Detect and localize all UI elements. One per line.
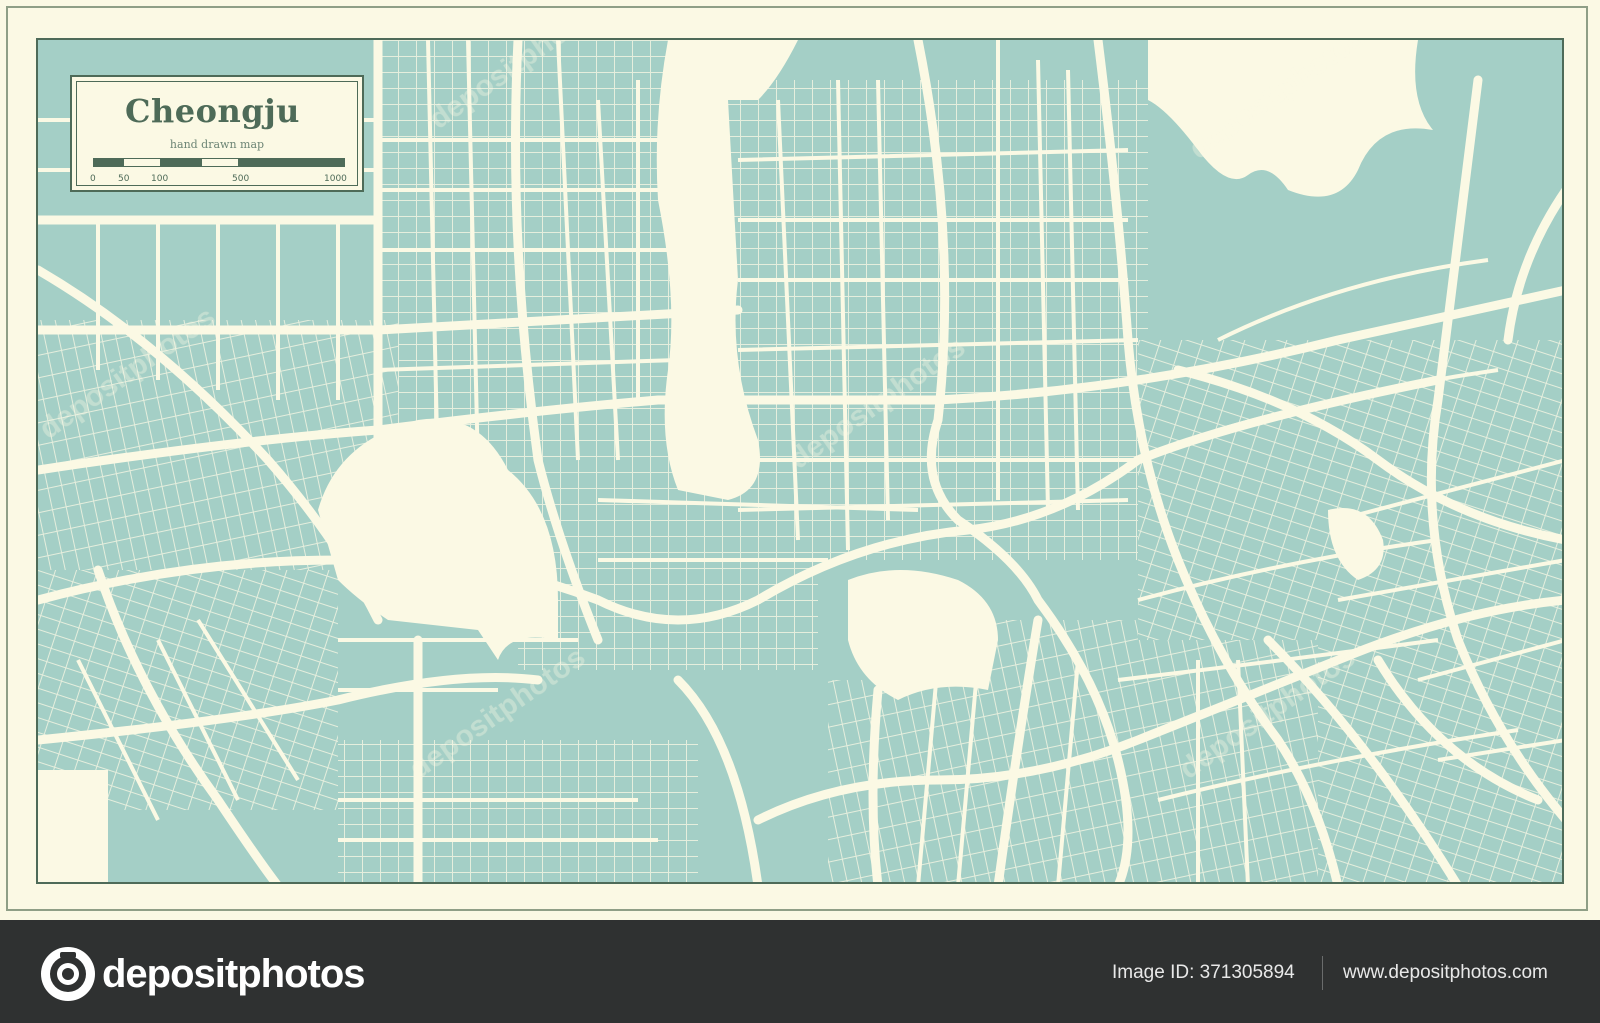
scale-bar bbox=[93, 158, 345, 167]
map-legend: Cheongju hand drawn map 0 50 100 500 100… bbox=[70, 75, 364, 192]
scale-label: 1000 bbox=[324, 174, 347, 184]
open-field bbox=[38, 770, 108, 882]
legend-inner-border: Cheongju hand drawn map 0 50 100 500 100… bbox=[76, 81, 358, 186]
scale-segment bbox=[124, 159, 160, 166]
site-url-link[interactable]: www.depositphotos.com bbox=[1343, 962, 1548, 984]
scale-label: 50 bbox=[118, 174, 130, 184]
scale-label: 500 bbox=[232, 174, 250, 184]
brand-name: depositphotos bbox=[102, 951, 366, 996]
image-id: Image ID: 371305894 bbox=[1112, 962, 1295, 983]
scale-label: 0 bbox=[90, 174, 96, 184]
scale-segment bbox=[238, 159, 344, 166]
brand-logo-link[interactable]: depositphotos bbox=[40, 946, 366, 1002]
map-poster: depositphotos depositphotos depositphoto… bbox=[0, 0, 1600, 920]
map-subtitle: hand drawn map bbox=[169, 138, 265, 151]
scale-segment bbox=[94, 159, 124, 166]
scale-segment bbox=[202, 159, 238, 166]
stock-footer: depositphotos Image ID: 371305894 www.de… bbox=[0, 920, 1600, 1023]
camera-icon bbox=[41, 947, 95, 1001]
scale-segment bbox=[160, 159, 202, 166]
scale-label: 100 bbox=[151, 174, 169, 184]
footer-divider bbox=[1322, 956, 1323, 990]
map-title: Cheongju bbox=[125, 92, 300, 130]
